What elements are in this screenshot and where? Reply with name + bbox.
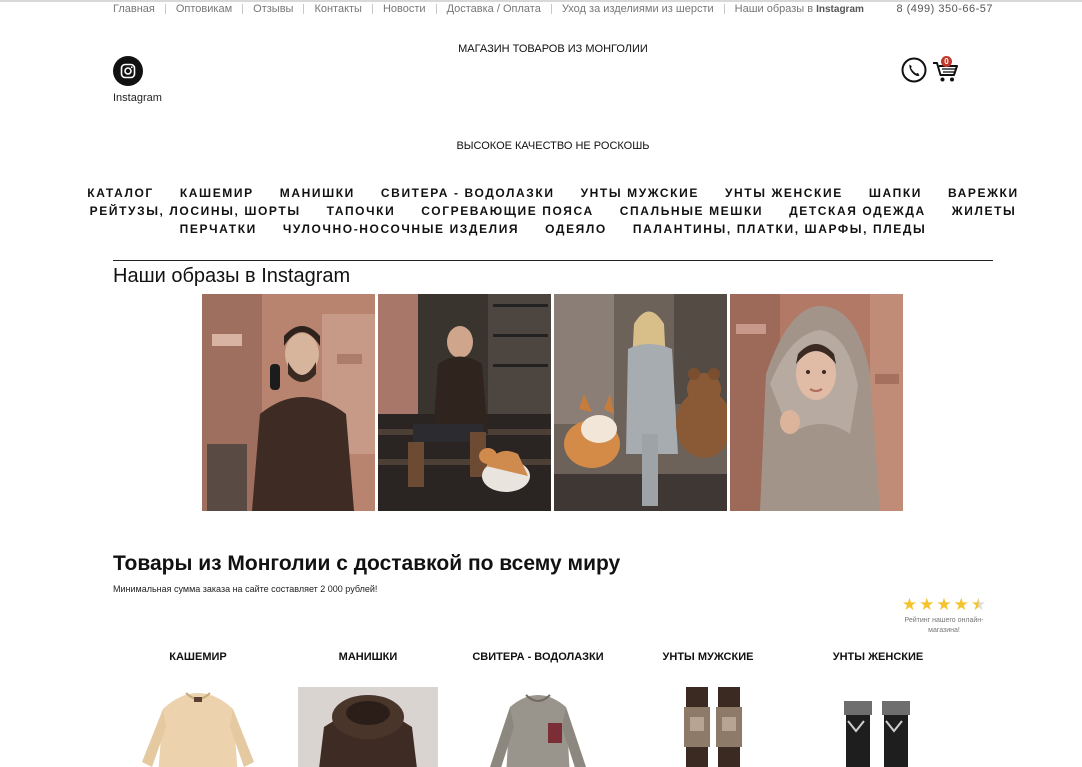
- top-nav-phone[interactable]: 8 (499) 350-66-57: [896, 3, 993, 15]
- category-title: УНТЫ ЖЕНСКИЕ: [832, 651, 924, 663]
- top-nav-news[interactable]: Новости: [383, 3, 426, 15]
- top-nav-separator: [242, 4, 244, 14]
- menu-hosiery[interactable]: ЧУЛОЧНО-НОСОЧНЫЕ ИЗДЕЛИЯ: [283, 220, 519, 238]
- top-nav-instagram-looks[interactable]: Наши образы в Instagram: [735, 3, 864, 15]
- category-title: МАНИШКИ: [338, 651, 398, 663]
- main-menu-row: КАТАЛОГ КАШЕМИР МАНИШКИ СВИТЕРА - ВОДОЛА…: [87, 184, 1017, 202]
- instagram-icon[interactable]: [113, 56, 143, 86]
- instagram-section-heading: Наши образы в Instagram: [113, 265, 351, 287]
- top-nav: Главная Оптовикам Отзывы Контакты Новост…: [113, 2, 993, 16]
- top-nav-reviews[interactable]: Отзывы: [253, 3, 293, 15]
- category-image-dickeys: [298, 687, 438, 767]
- star-icon: ★: [953, 595, 969, 614]
- category-image-cashmere: [142, 692, 254, 767]
- menu-slippers[interactable]: ТАПОЧКИ: [327, 202, 396, 220]
- top-nav-separator: [435, 4, 437, 14]
- main-menu-row: ПЕРЧАТКИ ЧУЛОЧНО-НОСОЧНЫЕ ИЗДЕЛИЯ ОДЕЯЛО…: [113, 220, 993, 238]
- star-icon: ★: [901, 595, 918, 614]
- menu-scarves[interactable]: ПАЛАНТИНЫ, ПЛАТКИ, ШАРФЫ, ПЛЕДЫ: [633, 220, 926, 238]
- instagram-photo[interactable]: [554, 294, 727, 511]
- menu-gloves[interactable]: ПЕРЧАТКИ: [180, 220, 257, 238]
- category-title: УНТЫ МУЖСКИЕ: [662, 651, 754, 663]
- menu-cashmere[interactable]: КАШЕМИР: [180, 184, 254, 202]
- top-nav-separator: [550, 4, 552, 14]
- top-nav-separator: [303, 4, 305, 14]
- top-nav-delivery[interactable]: Доставка / Оплата: [447, 3, 541, 15]
- min-order-note: Минимальная сумма заказа на сайте состав…: [113, 584, 378, 594]
- top-nav-separator: [164, 4, 166, 14]
- menu-vests[interactable]: ЖИЛЕТЫ: [952, 202, 1017, 220]
- top-nav-contacts[interactable]: Контакты: [314, 3, 362, 15]
- top-nav-home[interactable]: Главная: [113, 3, 155, 15]
- category-image-men-boots: [684, 687, 742, 767]
- top-nav-instagram-looks-label: Наши образы в: [734, 3, 814, 15]
- main-menu: КАТАЛОГ КАШЕМИР МАНИШКИ СВИТЕРА - ВОДОЛА…: [87, 184, 1017, 238]
- menu-kids-clothing[interactable]: ДЕТСКАЯ ОДЕЖДА: [789, 202, 926, 220]
- menu-hats[interactable]: ШАПКИ: [869, 184, 922, 202]
- menu-dickeys[interactable]: МАНИШКИ: [280, 184, 355, 202]
- category-card-dickeys[interactable]: МАНИШКИ: [283, 651, 453, 767]
- menu-men-boots[interactable]: УНТЫ МУЖСКИЕ: [581, 184, 699, 202]
- menu-sweaters[interactable]: СВИТЕРА - ВОДОЛАЗКИ: [381, 184, 555, 202]
- half-star-icon: ★: [970, 595, 987, 614]
- top-nav-instagram-word: Instagram: [816, 4, 864, 15]
- category-title: КАШЕМИР: [169, 651, 227, 663]
- instagram-label: Instagram: [113, 92, 162, 104]
- instagram-link[interactable]: Instagram: [113, 56, 173, 104]
- goods-section-heading: Товары из Монголии с доставкой по всему …: [113, 552, 621, 575]
- category-grid: КАШЕМИР МАНИШКИ СВИТЕРА - ВОДОЛАЗКИ УНТЫ…: [113, 651, 993, 767]
- category-card-men-boots[interactable]: УНТЫ МУЖСКИЕ: [623, 651, 793, 767]
- star-icon: ★: [936, 595, 952, 614]
- store-rating[interactable]: ★ ★ ★ ★ ★ Рейтинг нашего онлайн-магазина…: [896, 596, 992, 636]
- category-card-sweaters[interactable]: СВИТЕРА - ВОДОЛАЗКИ: [453, 651, 623, 767]
- cart-count-badge: 0: [941, 56, 952, 67]
- store-slogan: ВЫСОКОЕ КАЧЕСТВО НЕ РОСКОШЬ: [456, 140, 650, 152]
- category-image-sweaters: [490, 694, 586, 767]
- top-nav-separator: [371, 4, 373, 14]
- top-nav-separator: [723, 4, 725, 14]
- instagram-photo[interactable]: [378, 294, 551, 511]
- main-menu-row: РЕЙТУЗЫ, ЛОСИНЫ, ШОРТЫ ТАПОЧКИ СОГРЕВАЮЩ…: [90, 202, 1015, 220]
- category-image-women-boots: [844, 701, 910, 767]
- store-tagline: МАГАЗИН ТОВАРОВ ИЗ МОНГОЛИИ: [458, 43, 648, 55]
- menu-belts[interactable]: СОГРЕВАЮЩИЕ ПОЯСА: [421, 202, 593, 220]
- phone-icon[interactable]: [901, 57, 927, 83]
- section-divider: [113, 260, 993, 261]
- menu-sleeping-bags[interactable]: СПАЛЬНЫЕ МЕШКИ: [620, 202, 763, 220]
- rating-stars: ★ ★ ★ ★ ★: [896, 596, 992, 613]
- rating-label: Рейтинг нашего онлайн-магазина!: [904, 617, 984, 634]
- menu-blankets[interactable]: ОДЕЯЛО: [545, 220, 607, 238]
- instagram-photo[interactable]: [730, 294, 903, 511]
- menu-leggings[interactable]: РЕЙТУЗЫ, ЛОСИНЫ, ШОРТЫ: [90, 202, 301, 220]
- top-nav-wool-care[interactable]: Уход за изделиями из шерсти: [562, 3, 714, 15]
- instagram-photo[interactable]: [202, 294, 375, 511]
- top-nav-wholesale[interactable]: Оптовикам: [176, 3, 232, 15]
- category-title: СВИТЕРА - ВОДОЛАЗКИ: [472, 651, 604, 663]
- category-card-cashmere[interactable]: КАШЕМИР: [113, 651, 283, 767]
- instagram-gallery: [202, 294, 903, 511]
- menu-catalog[interactable]: КАТАЛОГ: [87, 184, 154, 202]
- menu-mittens[interactable]: ВАРЕЖКИ: [948, 184, 1019, 202]
- menu-women-boots[interactable]: УНТЫ ЖЕНСКИЕ: [725, 184, 843, 202]
- category-card-women-boots[interactable]: УНТЫ ЖЕНСКИЕ: [793, 651, 963, 767]
- star-icon: ★: [919, 595, 935, 614]
